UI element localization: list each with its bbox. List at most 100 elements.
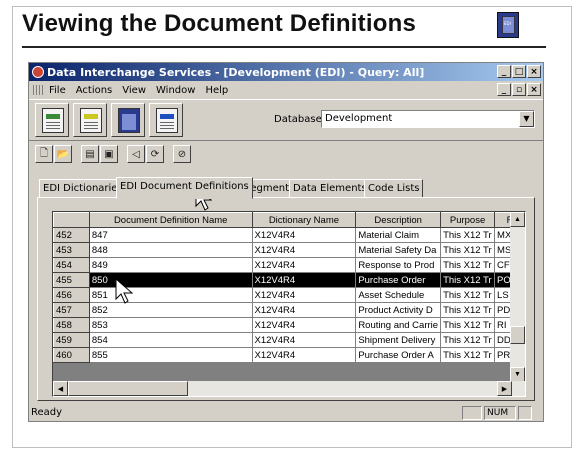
row-number[interactable]: 454: [53, 257, 90, 273]
table-row[interactable]: 454 849 X12V4R4 Response to Prod This X1…: [53, 257, 525, 273]
table-row[interactable]: 460 855 X12V4R4 Purchase Order A This X1…: [53, 347, 525, 363]
mouse-pointer-icon: [115, 278, 134, 304]
cell-name[interactable]: 854: [88, 332, 253, 348]
row-number[interactable]: 455: [53, 272, 90, 288]
cell-dictionary[interactable]: X12V4R4: [251, 347, 357, 363]
status-bar: Ready NUM: [29, 405, 543, 421]
table-row[interactable]: 458 853 X12V4R4 Routing and Carrie This …: [53, 317, 525, 333]
close-button[interactable]: ×: [527, 65, 541, 78]
cell-purpose[interactable]: This X12 Tr: [440, 347, 496, 363]
refresh-icon[interactable]: ⟳: [146, 145, 164, 163]
chevron-down-icon[interactable]: ▼: [519, 111, 534, 127]
tab-edi-document-definitions[interactable]: EDI Document Definitions: [116, 177, 253, 199]
horizontal-scroll-thumb[interactable]: [68, 381, 188, 396]
column-header-rownum[interactable]: [53, 212, 90, 228]
tab-panel: Document Definition Name Dictionary Name…: [37, 197, 535, 401]
row-number[interactable]: 452: [53, 227, 90, 243]
cell-dictionary[interactable]: X12V4R4: [251, 317, 357, 333]
row-number[interactable]: 458: [53, 317, 90, 333]
scroll-left-icon[interactable]: ◀: [53, 381, 68, 396]
cell-dictionary[interactable]: X12V4R4: [251, 242, 357, 258]
cell-description[interactable]: Material Safety Da: [355, 242, 442, 258]
cell-name[interactable]: 847: [88, 227, 253, 243]
cell-name[interactable]: 853: [88, 317, 253, 333]
tab-edi-dictionaries[interactable]: EDI Dictionaries: [39, 179, 127, 198]
child-close-button[interactable]: ×: [527, 83, 541, 96]
cell-name[interactable]: 855: [88, 347, 253, 363]
cell-dictionary[interactable]: X12V4R4: [251, 287, 357, 303]
row-number[interactable]: 456: [53, 287, 90, 303]
cell-purpose[interactable]: This X12 Tr: [440, 332, 496, 348]
scroll-up-icon[interactable]: ▲: [510, 212, 525, 227]
scroll-down-icon[interactable]: ▼: [510, 367, 525, 382]
menu-actions[interactable]: Actions: [76, 85, 113, 96]
maximize-button[interactable]: □: [512, 65, 526, 78]
cell-dictionary[interactable]: X12V4R4: [251, 257, 357, 273]
status-num: NUM: [484, 406, 516, 420]
tab-data-elements[interactable]: Data Elements: [289, 179, 371, 198]
column-header-dictionary-name[interactable]: Dictionary Name: [251, 212, 357, 228]
cell-description[interactable]: Asset Schedule: [355, 287, 442, 303]
cell-purpose[interactable]: This X12 Tr: [440, 287, 496, 303]
cell-description[interactable]: Response to Prod: [355, 257, 442, 273]
new-icon[interactable]: 🗋: [35, 145, 53, 163]
database-label: Database: [274, 114, 322, 125]
cell-description[interactable]: Purchase Order A: [355, 347, 442, 363]
cell-dictionary[interactable]: X12V4R4: [251, 272, 357, 288]
vertical-scrollbar[interactable]: ▲ ▼: [510, 212, 525, 382]
cell-dictionary[interactable]: X12V4R4: [251, 332, 357, 348]
row-number[interactable]: 459: [53, 332, 90, 348]
cell-dictionary[interactable]: X12V4R4: [251, 227, 357, 243]
table-row[interactable]: 452 847 X12V4R4 Material Claim This X12 …: [53, 227, 525, 243]
edi-dictionaries-button[interactable]: [35, 103, 69, 137]
cell-purpose[interactable]: This X12 Tr: [440, 257, 496, 273]
column-header-document-definition-name[interactable]: Document Definition Name: [88, 212, 253, 228]
stop-icon[interactable]: ⊘: [173, 145, 191, 163]
window-titlebar[interactable]: Data Interchange Services - [Development…: [29, 63, 543, 81]
cell-description[interactable]: Purchase Order: [355, 272, 442, 288]
preview-icon[interactable]: ▣: [100, 145, 118, 163]
horizontal-scrollbar[interactable]: ◀ ▶: [53, 381, 525, 396]
menu-window[interactable]: Window: [156, 85, 195, 96]
edi-book-button[interactable]: [111, 103, 145, 137]
cell-purpose[interactable]: This X12 Tr: [440, 317, 496, 333]
status-pane-small: [518, 406, 532, 420]
cell-description[interactable]: Product Activity D: [355, 302, 442, 318]
cell-purpose[interactable]: This X12 Tr: [440, 302, 496, 318]
cell-description[interactable]: Material Claim: [355, 227, 442, 243]
scroll-right-icon[interactable]: ▶: [497, 381, 512, 396]
cell-name[interactable]: 848: [88, 242, 253, 258]
minimize-button[interactable]: _: [497, 65, 511, 78]
document-definitions-button[interactable]: [73, 103, 107, 137]
menu-help[interactable]: Help: [205, 85, 228, 96]
tab-code-lists[interactable]: Code Lists: [364, 179, 424, 198]
edi-icon-label: EDI: [504, 21, 511, 26]
cell-description[interactable]: Routing and Carrie: [355, 317, 442, 333]
row-number[interactable]: 453: [53, 242, 90, 258]
table-row[interactable]: 459 854 X12V4R4 Shipment Delivery This X…: [53, 332, 525, 348]
open-folder-icon[interactable]: 📂: [54, 145, 72, 163]
cell-name[interactable]: 849: [88, 257, 253, 273]
properties-icon[interactable]: ▤: [81, 145, 99, 163]
back-icon[interactable]: ◁: [127, 145, 145, 163]
column-header-description[interactable]: Description: [355, 212, 442, 228]
cell-purpose[interactable]: This X12 Tr: [440, 242, 496, 258]
cell-dictionary[interactable]: X12V4R4: [251, 302, 357, 318]
database-select[interactable]: Development ▼: [321, 110, 535, 128]
grid-view-button[interactable]: [149, 103, 183, 137]
menu-view[interactable]: View: [122, 85, 146, 96]
app-icon: [32, 66, 44, 78]
row-number[interactable]: 460: [53, 347, 90, 363]
child-minimize-button[interactable]: _: [497, 83, 511, 96]
cell-purpose[interactable]: This X12 Tr: [440, 272, 496, 288]
child-restore-button[interactable]: ▫: [512, 83, 526, 96]
column-header-purpose[interactable]: Purpose: [440, 212, 496, 228]
row-number[interactable]: 457: [53, 302, 90, 318]
app-window: Data Interchange Services - [Development…: [28, 62, 544, 422]
vertical-scroll-thumb[interactable]: [510, 326, 525, 344]
grid-header-row: Document Definition Name Dictionary Name…: [53, 212, 525, 228]
cell-purpose[interactable]: This X12 Tr: [440, 227, 496, 243]
table-row[interactable]: 453 848 X12V4R4 Material Safety Da This …: [53, 242, 525, 258]
cell-description[interactable]: Shipment Delivery: [355, 332, 442, 348]
menu-file[interactable]: File: [49, 85, 66, 96]
